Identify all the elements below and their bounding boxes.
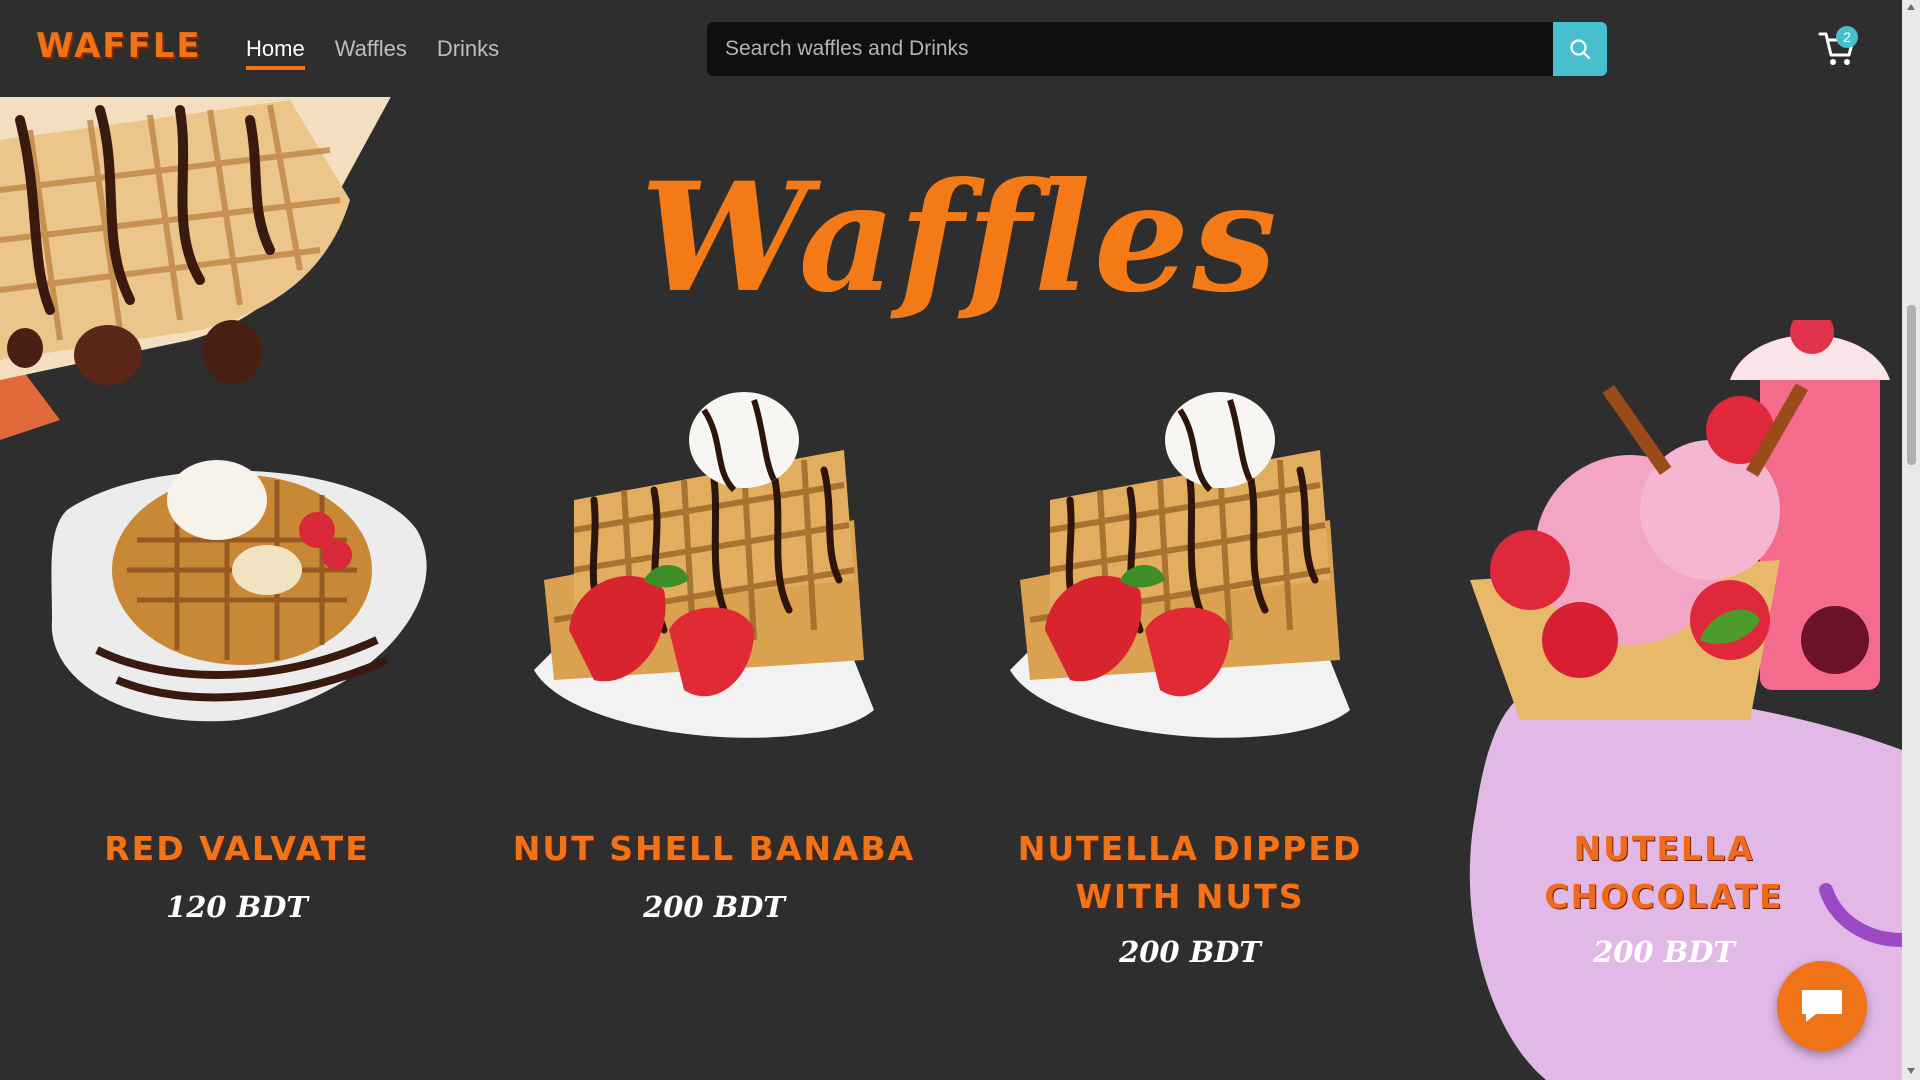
page-scrollbar[interactable]: [1902, 0, 1920, 1080]
product-card[interactable]: Nutella Chocolate 200 BDT: [1449, 380, 1879, 980]
product-card[interactable]: Nut Shell Banaba 200 BDT: [499, 380, 929, 980]
cart-count-badge: 2: [1836, 26, 1858, 48]
product-card[interactable]: Red Valvate 120 BDT: [22, 380, 452, 980]
search-icon: [1570, 39, 1591, 60]
nav-link-drinks[interactable]: Drinks: [437, 36, 499, 70]
product-name: Nutella Dipped with Nuts: [1017, 829, 1363, 916]
chat-icon: [1802, 990, 1842, 1022]
scroll-up-arrow[interactable]: [1907, 4, 1915, 10]
section-title: Waffles: [640, 150, 1280, 326]
navbar: WAFFLE Home Waffles Drinks 2: [0, 0, 1902, 97]
product-grid: Red Valvate 120 BDT Nut Shell Banaba 200…: [0, 380, 1920, 980]
product-name: Red Valvate: [104, 829, 370, 868]
nav-link-home[interactable]: Home: [246, 36, 305, 70]
waffle-strawberry-image: [534, 392, 874, 738]
product-name: Nut Shell Banaba: [512, 829, 916, 868]
waffle-plate-image: [51, 460, 427, 722]
product-card[interactable]: Nutella Dipped with Nuts 200 BDT: [975, 380, 1405, 980]
search-input[interactable]: [707, 22, 1547, 76]
scroll-thumb[interactable]: [1907, 305, 1916, 465]
product-price: 200 BDT: [643, 890, 785, 924]
search-bar: [707, 22, 1607, 76]
chat-button[interactable]: [1777, 961, 1867, 1051]
product-price: 120 BDT: [166, 890, 308, 924]
nav-link-waffles[interactable]: Waffles: [335, 36, 407, 70]
logo[interactable]: WAFFLE: [36, 26, 202, 66]
product-name: Nutella Chocolate: [1544, 829, 1784, 916]
main-nav: Home Waffles Drinks: [246, 36, 499, 70]
search-button[interactable]: [1553, 22, 1607, 76]
product-price: 200 BDT: [1119, 935, 1261, 969]
waffle-strawberry-image: [1010, 392, 1350, 738]
scroll-down-arrow[interactable]: [1907, 1068, 1915, 1074]
